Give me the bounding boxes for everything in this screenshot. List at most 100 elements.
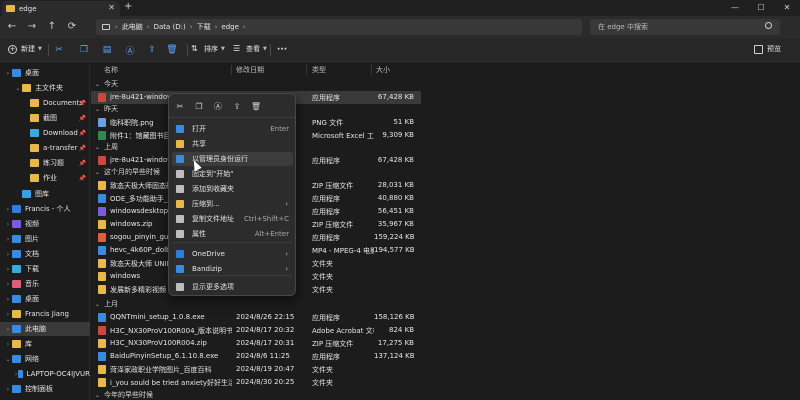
delete-icon[interactable]: 🗑 [166, 44, 178, 56]
chevron-right-icon[interactable]: › [4, 311, 12, 318]
column-header-modified[interactable]: 修改日期 [236, 65, 264, 75]
chevron-right-icon[interactable]: › [4, 326, 12, 333]
sidebar-item-onedrive[interactable]: › Francis - 个人 [0, 202, 90, 216]
sidebar-item-documents[interactable]: Documents 📌 [0, 96, 90, 110]
group-last-month[interactable]: ⌄ 上月 [95, 299, 118, 309]
sort-button[interactable]: ⇅ 排序 ▼ [191, 44, 225, 54]
chevron-right-icon[interactable]: › [4, 221, 12, 228]
chevron-right-icon[interactable]: › [4, 386, 12, 393]
column-header-size[interactable]: 大小 [376, 65, 390, 75]
group-earlier-this-month[interactable]: ⌄ 这个月的早些时候 [95, 167, 160, 177]
sidebar-item-desktop[interactable]: › 桌面 [0, 66, 90, 80]
menu-item-add-to-favorites[interactable]: 添加到收藏夹 [172, 182, 293, 196]
chevron-right-icon[interactable]: › [4, 206, 12, 213]
chevron-down-icon[interactable]: ⌄ [4, 356, 12, 363]
file-type: 文件夹 [312, 366, 333, 374]
file-row[interactable]: i_you sould be tried anxiety好好生活 慢慢相遇 - … [91, 376, 421, 389]
sidebar-item-exercises[interactable]: 练习题 📌 [0, 156, 90, 170]
add-to-favorites-icon [176, 185, 184, 193]
new-button[interactable]: + 新建 ▼ [8, 44, 42, 54]
menu-item-pin-to-start[interactable]: 固定到"开始" [172, 167, 293, 181]
sidebar-item-homework[interactable]: 作业 📌 [0, 171, 90, 185]
sidebar-item-this-pc[interactable]: › 此电脑 [0, 322, 90, 336]
up-button[interactable]: ↑ [46, 21, 58, 32]
chevron-right-icon[interactable]: › [4, 281, 12, 288]
chevron-down-icon[interactable]: ⌄ [14, 85, 22, 92]
chevron-right-icon[interactable]: › [4, 236, 12, 243]
sidebar-item-screenshots[interactable]: 截图 📌 [0, 111, 90, 125]
sidebar-item-download[interactable]: Download 📌 [0, 126, 90, 140]
new-tab-button[interactable]: + [124, 1, 132, 12]
share-icon[interactable]: ⇪ [146, 44, 158, 56]
chevron-right-icon[interactable]: › [4, 70, 12, 77]
group-last-week[interactable]: ⌄ 上周 [95, 142, 118, 152]
refresh-button[interactable]: ⟳ [66, 21, 78, 32]
file-row[interactable]: H3C_NX30ProV100R004.zip 2024/8/17 20:31 ZI… [91, 337, 421, 350]
sidebar-item-home[interactable]: ⌄ 主文件夹 [0, 81, 90, 95]
rename-icon[interactable]: Ⓐ [124, 44, 136, 57]
maximize-button[interactable]: ☐ [748, 0, 774, 16]
sidebar-item-control-panel[interactable]: › 控制面板 [0, 382, 90, 396]
file-row[interactable]: QQNTmini_setup_1.0.8.exe 2024/8/26 22:15 应… [91, 311, 421, 324]
forward-button[interactable]: → [26, 21, 38, 32]
file-row[interactable]: 菏泽家政职业学院图片_百度百科 2024/8/19 20:47 文件夹 [91, 363, 421, 376]
breadcrumb-downloads[interactable]: 下载 [197, 22, 211, 32]
file-row[interactable]: BaiduPinyinSetup_6.1.10.8.exe 2024/8/6 11… [91, 350, 421, 363]
cut-icon[interactable]: ✂ [175, 101, 185, 111]
tab-close-icon[interactable]: ✕ [108, 3, 115, 12]
menu-item-share[interactable]: 共享 [172, 137, 293, 151]
close-window-button[interactable]: ✕ [774, 0, 800, 16]
sidebar-item-network[interactable]: ⌄ 网络 [0, 352, 90, 366]
chevron-right-icon[interactable]: › [4, 341, 12, 348]
column-header-type[interactable]: 类型 [312, 65, 326, 75]
chevron-right-icon[interactable]: › [4, 266, 12, 273]
group-label: 这个月的早些时候 [104, 168, 161, 176]
sidebar-item-libraries[interactable]: › 库 [0, 337, 90, 351]
menu-item-bandizip[interactable]: Bandizip › [172, 262, 293, 276]
breadcrumb-edge[interactable]: edge [221, 23, 239, 31]
minimize-button[interactable]: — [722, 0, 748, 16]
column-header-name[interactable]: 名称 [104, 65, 118, 75]
menu-item-open[interactable]: 打开 Enter [172, 122, 293, 136]
sidebar-item-user[interactable]: › Francis Jiang [0, 307, 90, 321]
more-icon[interactable]: ··· [276, 44, 288, 56]
copy-icon[interactable]: ❐ [78, 44, 90, 56]
menu-item-properties[interactable]: 属性 Alt+Enter [172, 227, 293, 241]
folder-icon [12, 310, 21, 318]
menu-item-copy-path[interactable]: 复制文件地址 Ctrl+Shift+C [172, 212, 293, 226]
group-earlier-this-year[interactable]: ⌄ 今年的早些时候 [95, 390, 153, 400]
delete-icon[interactable]: 🗑 [251, 101, 261, 111]
back-button[interactable]: ← [6, 21, 18, 32]
breadcrumb-this-pc[interactable]: 此电脑 [122, 22, 143, 32]
preview-button[interactable]: 预览 [754, 44, 781, 54]
group-yesterday[interactable]: ⌄ 昨天 [95, 104, 118, 114]
sidebar-item-laptop[interactable]: › LAPTOP-OC4IJVUR [0, 367, 90, 381]
file-icon [98, 272, 106, 281]
breadcrumb-data-drive[interactable]: Data (D:) [154, 23, 186, 31]
tab-edge[interactable]: edge ✕ [2, 1, 120, 16]
sidebar-item-a-transfer[interactable]: a-transfer 📌 [0, 141, 90, 155]
menu-item-onedrive[interactable]: OneDrive › [172, 247, 293, 261]
rename-icon[interactable]: Ⓐ [213, 101, 223, 111]
show-more-options-icon [176, 283, 184, 291]
sidebar-item-downloads[interactable]: › 下载 [0, 262, 90, 276]
chevron-right-icon[interactable]: › [4, 296, 12, 303]
group-today[interactable]: ⌄ 今天 [95, 79, 118, 89]
menu-item-show-more-options[interactable]: 显示更多选项 [172, 280, 293, 294]
file-row[interactable]: H3C_NX30ProV100R004_版本说明书.pdf 2024/8/17 2… [91, 324, 421, 337]
sidebar-item-pictures[interactable]: › 图片 [0, 232, 90, 246]
share-icon[interactable]: ⇪ [232, 101, 242, 111]
sidebar-item-gallery[interactable]: 图库 [0, 187, 90, 201]
search-input[interactable]: 在 edge 中搜索 [590, 19, 780, 35]
sidebar-item-music[interactable]: › 音乐 [0, 277, 90, 291]
cut-icon[interactable]: ✂ [53, 44, 65, 56]
sidebar-item-desktop-2[interactable]: › 桌面 [0, 292, 90, 306]
copy-icon[interactable]: ❐ [194, 101, 204, 111]
chevron-right-icon[interactable]: › [4, 251, 12, 258]
view-button[interactable]: ☰ 查看 ▼ [233, 44, 267, 54]
sidebar-item-docs[interactable]: › 文档 [0, 247, 90, 261]
menu-item-compress[interactable]: 压缩到... › [172, 197, 293, 211]
paste-icon[interactable]: ▤ [101, 44, 113, 56]
sidebar-item-videos[interactable]: › 视频 [0, 217, 90, 231]
address-bar[interactable]: › 此电脑 › Data (D:) › 下载 › edge › [96, 19, 582, 35]
